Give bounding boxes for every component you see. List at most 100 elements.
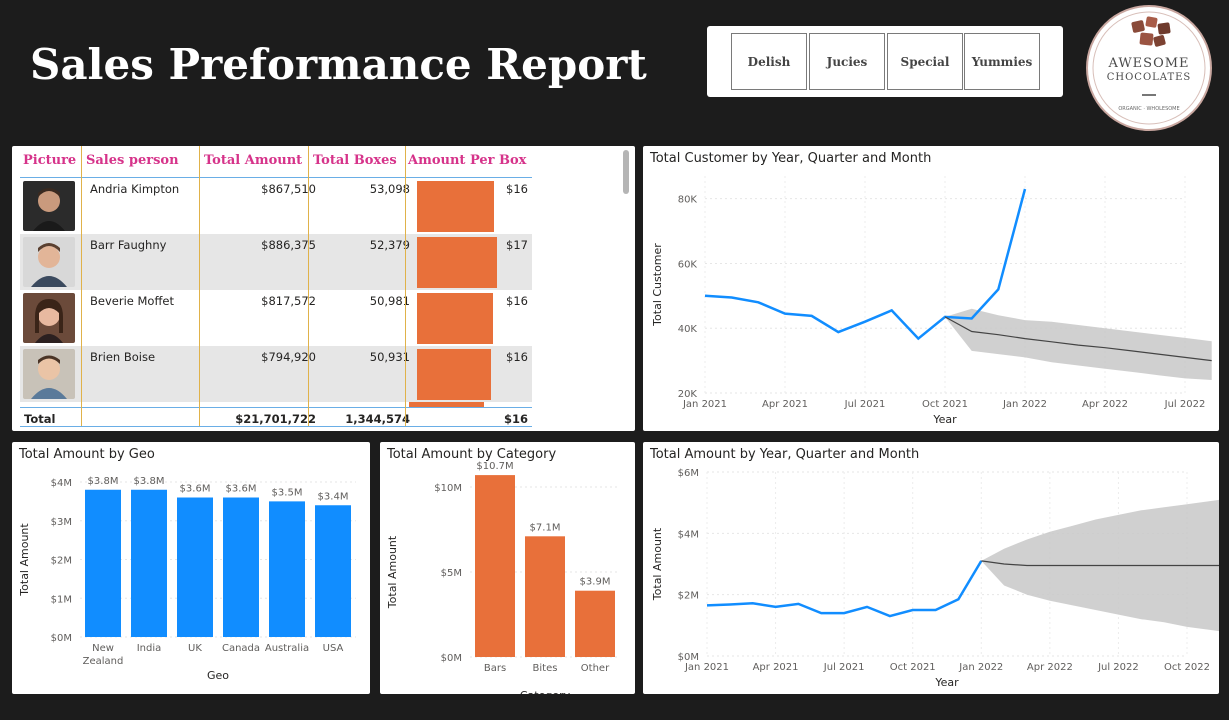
table-row[interactable]: Brien Boise $794,920 50,931 $16 bbox=[20, 346, 532, 402]
page-title: Sales Preformance Report bbox=[30, 40, 647, 89]
y-tick-label: $4M bbox=[51, 478, 72, 489]
x-tick-label: Canada bbox=[222, 643, 260, 654]
x-tick-label: New bbox=[92, 643, 114, 654]
column-divider bbox=[405, 146, 406, 426]
x-tick-label: UK bbox=[188, 643, 202, 654]
x-tick-label: Oct 2021 bbox=[922, 399, 968, 410]
amount-per-box-bar bbox=[417, 181, 495, 232]
total-amount-sum: $21,701,722 bbox=[235, 412, 316, 426]
x-axis-title: Year bbox=[932, 413, 957, 426]
logo-tagline: ORGANIC · WHOLESOME bbox=[1118, 106, 1179, 112]
total-amount-cell: $867,510 bbox=[261, 182, 316, 196]
x-tick-label: Bars bbox=[484, 663, 506, 674]
y-tick-label: $10M bbox=[434, 483, 462, 494]
slicer-button-yummies[interactable]: Yummies bbox=[964, 33, 1040, 90]
x-tick-label: India bbox=[137, 643, 162, 654]
total-boxes-cell: 53,098 bbox=[369, 182, 410, 196]
x-tick-label: Apr 2022 bbox=[1082, 399, 1128, 410]
bar-bites bbox=[525, 536, 565, 657]
total-amount-cell: $794,920 bbox=[261, 350, 316, 364]
table-row[interactable]: Barr Faughny $886,375 52,379 $17 bbox=[20, 234, 532, 290]
data-label: $7.1M bbox=[530, 522, 561, 533]
slicer-button-jucies[interactable]: Jucies bbox=[809, 33, 885, 90]
amount-per-box-cell: $16 bbox=[506, 294, 528, 308]
avatar bbox=[23, 181, 75, 231]
x-tick-label: Jan 2021 bbox=[682, 399, 727, 410]
table-row[interactable]: Beverie Moffet $817,572 50,981 $16 bbox=[20, 290, 532, 346]
y-tick-label: 60K bbox=[678, 259, 698, 270]
amount-per-box-bar bbox=[417, 293, 493, 344]
x-tick-label: Jul 2022 bbox=[1097, 662, 1139, 673]
col-header-total-boxes[interactable]: Total Boxes bbox=[313, 153, 397, 168]
amount-per-box-bar bbox=[417, 237, 497, 288]
logo-line2: CHOCOLATES bbox=[1107, 72, 1192, 83]
table-scrollbar[interactable] bbox=[623, 150, 629, 194]
customer-line-chart[interactable]: 20K40K60K80KJan 2021 Apr 2021 Jul 2021 Oct … bbox=[643, 146, 1219, 431]
data-label: $3.6M bbox=[180, 484, 211, 495]
brand-slicer: Delish Jucies Special Yummies bbox=[707, 26, 1063, 97]
col-header-sales-person[interactable]: Sales person bbox=[86, 153, 179, 168]
sales-person-name: Barr Faughny bbox=[90, 238, 167, 252]
slicer-button-special[interactable]: Special bbox=[887, 33, 963, 90]
table-row[interactable]: Andria Kimpton $867,510 53,098 $16 bbox=[20, 178, 532, 234]
y-tick-label: $1M bbox=[51, 594, 72, 605]
y-tick-label: 80K bbox=[678, 195, 698, 206]
x-tick-label: Other bbox=[581, 663, 610, 674]
bar-uk bbox=[177, 497, 213, 637]
y-axis-title: Total Customer bbox=[651, 243, 664, 327]
bar-new-zealand bbox=[85, 489, 121, 637]
table-bottom-border bbox=[20, 426, 532, 427]
data-label: $3.8M bbox=[88, 476, 119, 487]
y-axis-title: Total Amount bbox=[651, 527, 664, 601]
x-tick-label: Zealand bbox=[83, 656, 124, 667]
customer-trend-chart: Total Customer by Year, Quarter and Mont… bbox=[643, 146, 1219, 431]
company-logo: AWESOME CHOCOLATES ORGANIC · WHOLESOME bbox=[1086, 5, 1212, 131]
chocolate-icon bbox=[1131, 16, 1171, 47]
avatar bbox=[23, 293, 75, 343]
bar-bars bbox=[475, 475, 515, 657]
col-header-total-amount[interactable]: Total Amount bbox=[204, 153, 302, 168]
forecast-confidence-band bbox=[945, 308, 1212, 380]
y-axis-title: Total Amount bbox=[386, 535, 399, 609]
x-tick-label: Apr 2021 bbox=[753, 662, 799, 673]
x-tick-label: Australia bbox=[265, 643, 309, 654]
amount-trend-chart: Total Amount by Year, Quarter and Month … bbox=[643, 442, 1219, 694]
y-axis-title: Total Amount bbox=[18, 523, 31, 597]
x-axis-title: Geo bbox=[207, 669, 229, 682]
x-axis-title: Year bbox=[934, 676, 959, 689]
amount-per-box-bar bbox=[417, 349, 491, 400]
x-tick-label: Jul 2021 bbox=[844, 399, 886, 410]
data-label: $3.4M bbox=[318, 491, 349, 502]
geo-bar-chart[interactable]: $0M $1M $2M $3M $4M $3.8M New Zealand $3.8M India… bbox=[12, 442, 370, 694]
sales-person-name: Beverie Moffet bbox=[90, 294, 174, 308]
avatar bbox=[23, 237, 75, 287]
bar-usa bbox=[315, 505, 351, 637]
data-label: $3.6M bbox=[226, 484, 257, 495]
x-tick-label: Bites bbox=[533, 663, 558, 674]
avatar bbox=[23, 349, 75, 399]
slicer-button-delish[interactable]: Delish bbox=[731, 33, 807, 90]
amount-line-chart[interactable]: $0M$2M$4M$6MJan 2021 Apr 2021 Jul 2021 Oct … bbox=[643, 442, 1219, 694]
col-header-amount-per-box[interactable]: Amount Per Box bbox=[408, 153, 526, 168]
y-tick-label: $4M bbox=[678, 529, 699, 540]
sales-person-table: Picture Sales person Total Amount Total … bbox=[12, 146, 635, 431]
x-tick-label: Jan 2022 bbox=[1002, 399, 1047, 410]
amount-per-box-cell: $16 bbox=[506, 182, 528, 196]
col-header-picture[interactable]: Picture bbox=[23, 153, 76, 168]
total-boxes-cell: 52,379 bbox=[369, 238, 410, 252]
x-tick-label: Jan 2021 bbox=[684, 662, 729, 673]
total-boxes-cell: 50,931 bbox=[369, 350, 410, 364]
bar-australia bbox=[269, 501, 305, 637]
y-tick-label: $2M bbox=[51, 556, 72, 567]
x-axis-title: Category bbox=[520, 689, 571, 694]
category-bar-chart[interactable]: $0M $5M $10M $10.7M Bars $7.1M Bites $3.9M Other… bbox=[380, 442, 635, 694]
column-divider bbox=[308, 146, 309, 426]
category-amount-chart: Total Amount by Category $0M $5M $10M $10.7… bbox=[380, 442, 635, 694]
bar-india bbox=[131, 489, 167, 637]
total-boxes-cell: 50,981 bbox=[369, 294, 410, 308]
data-label: $3.9M bbox=[580, 577, 611, 588]
x-tick-label: USA bbox=[323, 643, 344, 654]
x-tick-label: Jul 2022 bbox=[1164, 399, 1206, 410]
column-divider bbox=[81, 146, 82, 426]
total-label: Total bbox=[24, 412, 56, 426]
